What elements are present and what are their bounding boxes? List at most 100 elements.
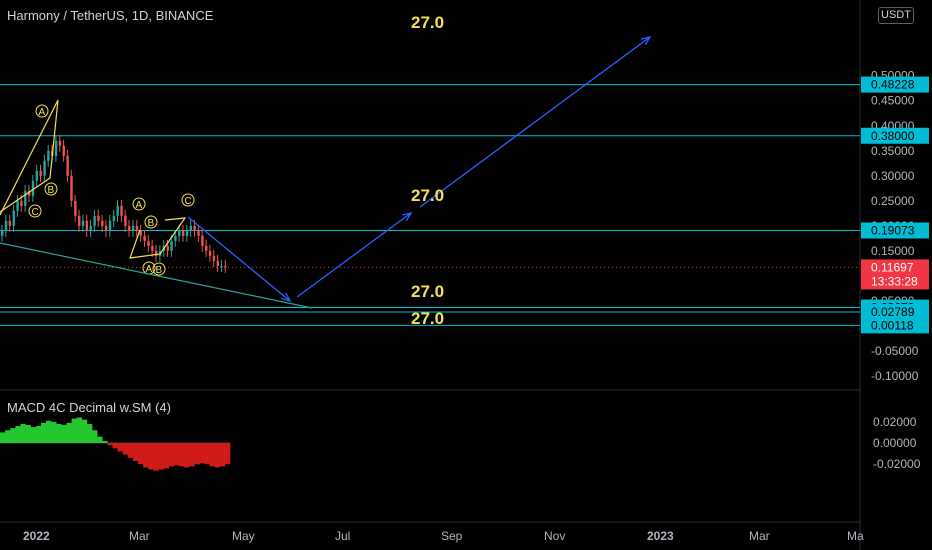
candle-body xyxy=(97,215,100,221)
time-axis-tick-label: 2022 xyxy=(23,529,50,543)
macd-bar xyxy=(71,418,77,443)
macd-bar xyxy=(5,430,11,443)
candle-body xyxy=(212,255,216,261)
candle-body xyxy=(147,240,150,246)
candle-body xyxy=(174,235,177,241)
macd-axis-tick-label: 0.00000 xyxy=(873,436,917,450)
macd-bar xyxy=(61,424,67,443)
candle-body xyxy=(166,245,169,251)
macd-axis-tick-label: -0.02000 xyxy=(873,457,921,471)
macd-bar xyxy=(25,424,31,443)
candle-body xyxy=(208,250,212,256)
macd-bar xyxy=(122,443,129,455)
macd-bar xyxy=(107,443,113,446)
time-axis-tick-label: Nov xyxy=(544,529,565,543)
wave-outline xyxy=(129,217,187,259)
level-badge-label: 0.00118 xyxy=(871,318,914,332)
time-axis-tick-label: Jul xyxy=(335,529,350,543)
macd-bar xyxy=(30,427,37,443)
candle-body xyxy=(197,230,200,236)
level-badge-label: 0.48228 xyxy=(871,78,915,92)
candle-body xyxy=(24,190,27,206)
symbol-title: Harmony / TetherUS, 1D, BINANCE xyxy=(7,8,214,23)
wave-label: A xyxy=(39,107,46,118)
candle-body xyxy=(74,200,77,216)
macd-bar xyxy=(86,423,93,443)
macd-bar xyxy=(97,436,103,443)
level-badge-label: 0.38000 xyxy=(871,129,915,143)
wave-label: B xyxy=(148,218,155,229)
macd-bar xyxy=(219,443,226,467)
countdown-label: 13:33:28 xyxy=(871,274,918,288)
candle-body xyxy=(128,225,131,231)
macd-bar xyxy=(46,420,52,443)
candle-body xyxy=(205,245,208,251)
price-axis-tick-label: -0.10000 xyxy=(871,369,919,383)
price-axis-tick-label: -0.05000 xyxy=(871,344,919,358)
wave-label: C xyxy=(32,207,39,218)
candle-body xyxy=(104,225,108,231)
macd-bar xyxy=(51,421,57,443)
chart-root: 0.50000 0.45000 0.40000 0.35000 0.30000 0.250… xyxy=(0,0,932,550)
price-axis-tick-label: 0.15000 xyxy=(871,244,915,258)
macd-bar xyxy=(143,443,149,468)
time-axis-tick-label: May xyxy=(232,529,255,543)
macd-bar xyxy=(102,440,108,443)
macd-bar xyxy=(20,423,26,443)
candle-body xyxy=(151,245,154,251)
macd-title: MACD 4C Decimal w.SM (4) xyxy=(7,400,171,415)
candle-body xyxy=(35,170,39,181)
candle-body xyxy=(143,235,146,241)
macd-bar xyxy=(199,443,205,464)
candle-body xyxy=(178,230,181,236)
macd-axis-tick-label: 0.02000 xyxy=(873,415,917,429)
macd-bar xyxy=(10,428,16,443)
annotation-label: 27.0 xyxy=(411,186,444,205)
macd-bar xyxy=(40,422,47,443)
time-axis-tick-label: Sep xyxy=(441,529,463,543)
level-badge-label: 0.02789 xyxy=(871,305,915,319)
candle-body xyxy=(58,140,62,146)
candle-body xyxy=(116,205,119,216)
candle-body xyxy=(216,260,219,266)
candle-body xyxy=(62,145,65,156)
projection-arrow-up-2 xyxy=(419,36,651,208)
candle-body xyxy=(70,175,73,201)
projection-arrow-up xyxy=(296,212,412,298)
currency-badge[interactable]: USDT xyxy=(878,7,914,24)
price-axis-tick-label: 0.25000 xyxy=(871,194,915,208)
macd-bar xyxy=(214,443,221,468)
wave-label: C xyxy=(185,196,192,207)
candle-body xyxy=(81,220,85,226)
candle-body xyxy=(39,170,42,176)
macd-bar xyxy=(204,443,210,465)
macd-bar xyxy=(153,443,159,471)
candle-body xyxy=(12,210,15,226)
macd-bar xyxy=(127,443,134,458)
candle-body xyxy=(85,220,89,231)
macd-bar xyxy=(15,426,21,443)
wave-label: A xyxy=(136,200,143,211)
macd-bar xyxy=(224,443,231,465)
candle-body xyxy=(16,200,19,211)
annotation-label: 27.0 xyxy=(411,309,444,328)
macd-bar xyxy=(158,443,164,470)
candle-body xyxy=(47,150,50,161)
wave-label: B xyxy=(48,185,55,196)
projection-arrow-down xyxy=(187,216,291,302)
candle-body xyxy=(1,230,4,236)
candle-body xyxy=(108,220,112,231)
candle-body xyxy=(193,225,196,231)
time-axis-tick-label: Ma xyxy=(847,529,864,543)
candle-body xyxy=(185,230,189,236)
candle-body xyxy=(8,220,12,226)
macd-bar xyxy=(148,443,154,470)
macd-bar xyxy=(81,419,88,443)
macd-bar xyxy=(209,443,215,467)
price-chart[interactable]: 0.500000.450000.400000.350000.300000.250… xyxy=(0,0,932,550)
wave-label: B xyxy=(156,265,163,276)
macd-bar xyxy=(184,443,190,468)
price-axis-tick-label: 0.30000 xyxy=(871,169,915,183)
candle-body xyxy=(181,230,185,236)
candle-body xyxy=(20,200,23,206)
